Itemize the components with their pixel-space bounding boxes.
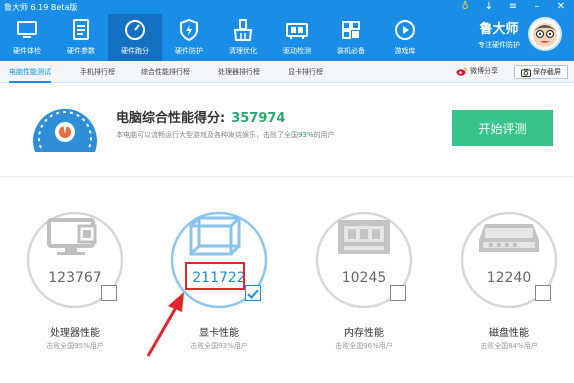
- divider: [0, 176, 574, 177]
- speedometer-gauge-icon: [29, 98, 101, 162]
- app-window: 鲁大师 6.19 Beta版 ♁ ↓ ≡ – ✕ 硬件体检 硬件参数 硬件跑分 …: [0, 0, 574, 383]
- cpu-card-title: 处理器性能: [50, 328, 100, 339]
- gamepad-icon: [392, 18, 418, 42]
- minimize-icon[interactable]: –: [530, 1, 544, 12]
- score-sub-percent: 93%: [298, 131, 314, 139]
- tab-cpu-rank[interactable]: 处理器排行榜: [218, 61, 260, 83]
- start-test-button[interactable]: 开始评测: [452, 110, 553, 146]
- nav-label: 清理优化: [229, 47, 257, 55]
- highlight-box: [185, 262, 245, 290]
- share-label: 微博分享: [470, 67, 498, 75]
- weibo-icon: [456, 67, 467, 76]
- medal-icon[interactable]: ♁: [458, 1, 472, 12]
- nav-label: 驱动检测: [283, 47, 311, 55]
- cpu-score: 123767: [48, 270, 102, 286]
- window-title: 鲁大师 6.19 Beta版: [4, 3, 78, 12]
- mascot-face-icon: [533, 23, 557, 47]
- close-icon[interactable]: ✕: [554, 1, 568, 12]
- disk-checkbox[interactable]: [535, 285, 551, 301]
- red-arrow-icon: [146, 292, 184, 357]
- gpu-checkbox[interactable]: [245, 285, 261, 301]
- nav-label: 硬件防护: [175, 47, 203, 55]
- score-value: 357974: [231, 111, 286, 126]
- nav-label: 硬件参数: [67, 47, 95, 55]
- score-description: 本电脑可以流畅运行大型游戏及各种发烧娱乐，击败了全国93%的用户: [116, 130, 335, 140]
- nav-label: 硬件跑分: [121, 47, 149, 55]
- cpu-checkbox[interactable]: [101, 285, 117, 301]
- download-icon[interactable]: ↓: [482, 1, 496, 12]
- nav-label: 硬件体检: [13, 47, 41, 55]
- disk-card-desc: 击败全国84%用户: [480, 342, 538, 350]
- score-sub-suffix: 的用户: [313, 131, 335, 139]
- memory-checkbox[interactable]: [390, 285, 406, 301]
- nav-item-driver-check[interactable]: 驱动检测: [270, 14, 324, 61]
- save-screenshot-button[interactable]: 保存截屏: [514, 65, 568, 79]
- tab-pc-test[interactable]: 电脑性能测试: [9, 61, 51, 83]
- main-nav: 硬件体检 硬件参数 硬件跑分 硬件防护 清理优化 驱动检测 装机必备 游戏库: [0, 14, 432, 61]
- brand: 鲁大师 专注硬件防护: [472, 18, 526, 50]
- score-sub-prefix: 本电脑可以流畅运行大型游戏及各种发烧娱乐，击败了全国: [116, 131, 298, 139]
- tab-phone-rank[interactable]: 手机排行榜: [80, 61, 115, 83]
- top-bar: 鲁大师 6.19 Beta版 ♁ ↓ ≡ – ✕ 硬件体检 硬件参数 硬件跑分 …: [0, 0, 574, 61]
- score-title: 电脑综合性能得分:: [116, 111, 226, 126]
- nav-item-essentials[interactable]: 装机必备: [324, 14, 378, 61]
- camera-icon: [521, 68, 531, 77]
- brand-name: 鲁大师: [479, 22, 519, 37]
- broom-icon: [230, 18, 256, 42]
- menu-icon[interactable]: ≡: [506, 1, 520, 12]
- disk-card-title: 磁盘性能: [489, 328, 529, 339]
- avatar[interactable]: [528, 17, 562, 51]
- monitor-icon: [14, 18, 40, 42]
- disk-score: 12240: [486, 270, 532, 286]
- tab-overall-rank[interactable]: 综合性能排行榜: [141, 61, 190, 83]
- tab-gpu-rank[interactable]: 显卡排行榜: [288, 61, 323, 83]
- driver-chip-icon: [284, 18, 310, 42]
- score-heading: 电脑综合性能得分: 357974: [116, 107, 285, 126]
- sub-tab-bar: 电脑性能测试 手机排行榜 综合性能排行榜 处理器排行榜 显卡排行榜 微博分享 保…: [0, 61, 574, 83]
- window-controls: ♁ ↓ ≡ – ✕: [458, 1, 568, 12]
- nav-item-cleanup[interactable]: 清理优化: [216, 14, 270, 61]
- disk-performance-card[interactable]: 12240 磁盘性能 击败全国84%用户: [459, 210, 574, 370]
- document-list-icon: [68, 18, 94, 42]
- nav-item-game-library[interactable]: 游戏库: [378, 14, 432, 61]
- memory-performance-card[interactable]: 10245 内存性能 击败全国96%用户: [314, 210, 434, 370]
- save-label: 保存截屏: [533, 68, 561, 76]
- nav-item-benchmark[interactable]: 硬件跑分: [108, 14, 162, 61]
- nav-label: 装机必备: [337, 47, 365, 55]
- memory-score: 10245: [341, 270, 387, 286]
- brand-slogan: 专注硬件防护: [478, 41, 520, 49]
- checkmark-icon: [247, 289, 259, 299]
- nav-label: 游戏库: [394, 47, 416, 55]
- app-grid-icon: [338, 18, 364, 42]
- memory-card-title: 内存性能: [344, 328, 384, 339]
- shield-icon: [176, 18, 202, 42]
- speedometer-icon: [122, 18, 148, 42]
- nav-item-protection[interactable]: 硬件防护: [162, 14, 216, 61]
- weibo-share-link[interactable]: 微博分享: [456, 66, 498, 76]
- nav-item-hardware-params[interactable]: 硬件参数: [54, 14, 108, 61]
- cpu-performance-card[interactable]: 123767 处理器性能 击败全国95%用户: [25, 210, 145, 370]
- cpu-card-desc: 击败全国95%用户: [46, 342, 104, 350]
- memory-card-desc: 击败全国96%用户: [335, 342, 393, 350]
- nav-item-hardware-check[interactable]: 硬件体检: [0, 14, 54, 61]
